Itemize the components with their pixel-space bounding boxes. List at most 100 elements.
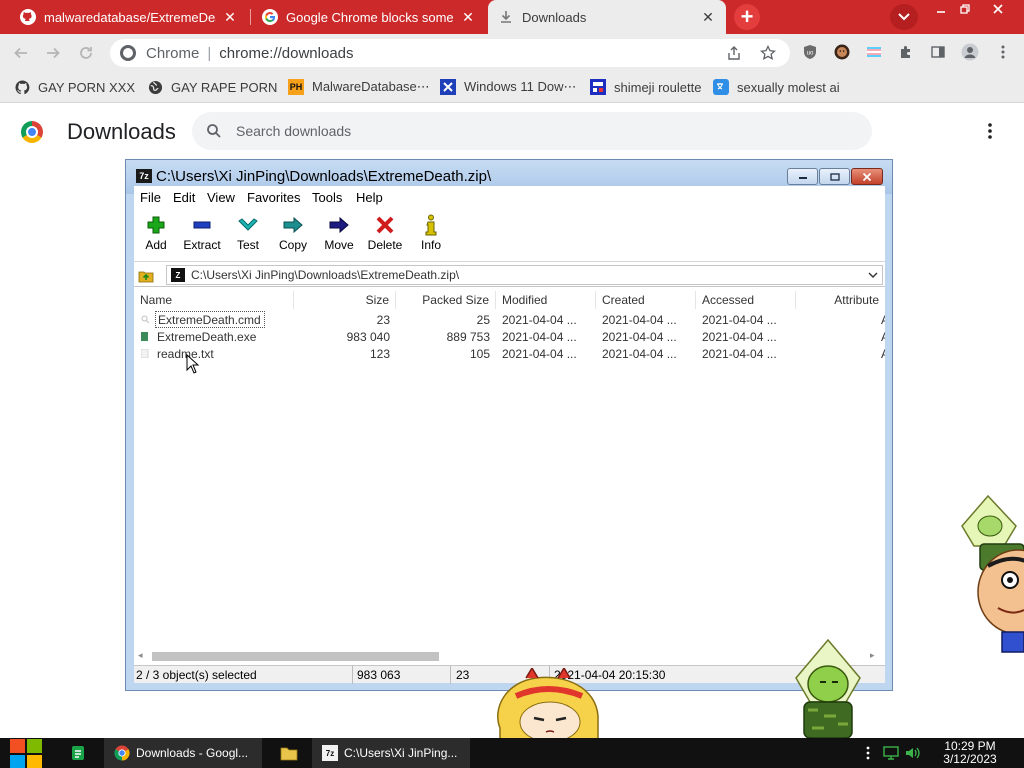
menu-edit[interactable]: Edit <box>173 190 195 205</box>
tab-search-button[interactable] <box>890 4 918 30</box>
side-panel-icon[interactable] <box>928 42 948 62</box>
file-packed-size: 105 <box>469 346 490 361</box>
add-label: Add <box>145 238 167 252</box>
restore-button[interactable] <box>949 0 980 18</box>
column-attributes[interactable]: Attribute <box>796 291 885 309</box>
column-packed-size[interactable]: Packed Size <box>396 291 496 309</box>
column-created[interactable]: Created <box>596 291 696 309</box>
close-icon <box>862 172 872 181</box>
status-selection: 2 / 3 object(s) selected <box>134 666 353 684</box>
table-row[interactable]: readme.txt 123 105 2021-04-04 ... 2021-0… <box>134 345 885 362</box>
file-packed-size: 25 <box>476 312 490 327</box>
forward-button[interactable] <box>40 40 66 66</box>
column-accessed[interactable]: Accessed <box>696 291 796 309</box>
bookmark-item[interactable]: PH MalwareDatabase⋯ <box>288 77 430 97</box>
column-size[interactable]: Size <box>294 291 396 309</box>
omnibox[interactable]: Chrome | chrome://downloads <box>110 39 790 67</box>
sevenzip-app-icon: 7z <box>322 745 338 761</box>
tab-google-chrome-blocks[interactable]: Google Chrome blocks some d ✕ <box>252 0 486 34</box>
new-tab-button[interactable]: + <box>734 4 760 30</box>
back-button[interactable] <box>8 40 34 66</box>
bookmark-item[interactable]: sexually molest ai <box>713 77 840 97</box>
folder-up-button[interactable] <box>137 266 155 284</box>
taskbar-sevenzip-app[interactable]: 7z C:\Users\Xi JinPing... <box>312 738 470 768</box>
taskbar-app-label: Downloads - Googl... <box>136 746 249 760</box>
info-button[interactable]: Info <box>406 214 456 260</box>
translate-icon <box>713 79 729 95</box>
file-modified: 2021-04-04 ... <box>502 346 577 361</box>
network-icon[interactable] <box>883 745 899 761</box>
column-modified[interactable]: Modified <box>496 291 596 309</box>
omnibox-url: chrome://downloads <box>219 44 354 62</box>
scrollbar-thumb[interactable] <box>152 652 439 661</box>
bookmark-label: Windows 11 Dow⋯ <box>464 79 577 94</box>
menu-view[interactable]: View <box>207 190 235 205</box>
extract-button[interactable]: Extract <box>177 214 227 260</box>
ublock-extension-icon[interactable]: uo <box>800 42 820 62</box>
menu-favorites[interactable]: Favorites <box>247 190 300 205</box>
taskbar-sheets-app[interactable] <box>70 738 92 768</box>
bookmark-label: GAY RAPE PORN <box>171 79 278 95</box>
add-button[interactable]: Add <box>131 214 181 260</box>
system-clock[interactable]: 10:29 PM 3/12/2023 <box>930 740 1010 766</box>
tab-downloads[interactable]: Downloads ✕ <box>488 0 726 34</box>
taskbar-explorer-app[interactable] <box>280 738 300 768</box>
horizontal-scrollbar[interactable]: ◂ ▸ <box>134 648 885 665</box>
puzzle-extensions-icon[interactable] <box>896 42 916 62</box>
sevenzip-window: 7z C:\Users\Xi JinPing\Downloads\Extreme… <box>125 159 893 691</box>
svg-text:uo: uo <box>807 51 814 57</box>
menu-file[interactable]: File <box>140 190 161 205</box>
close-button[interactable] <box>851 168 883 185</box>
scroll-left-icon[interactable]: ◂ <box>138 650 143 661</box>
move-label: Move <box>324 238 354 252</box>
more-options-icon[interactable] <box>980 121 1000 141</box>
minimize-button[interactable] <box>787 168 818 185</box>
check-icon <box>236 214 260 236</box>
tray-overflow-icon[interactable] <box>860 745 876 761</box>
bookmark-star-icon[interactable] <box>758 43 778 63</box>
column-name[interactable]: Name <box>134 291 294 309</box>
minimize-icon <box>798 176 807 179</box>
delete-button[interactable]: Delete <box>360 214 410 260</box>
share-icon[interactable] <box>724 43 744 63</box>
path-combobox[interactable]: Z C:\Users\Xi JinPing\Downloads\ExtremeD… <box>166 265 883 285</box>
volume-icon[interactable] <box>905 745 921 761</box>
test-button[interactable]: Test <box>223 214 273 260</box>
avatar-extension-icon[interactable] <box>832 42 852 62</box>
menu-tools[interactable]: Tools <box>312 190 342 205</box>
profile-icon[interactable] <box>960 42 980 62</box>
github-icon <box>14 79 30 95</box>
folder-up-icon <box>138 271 154 283</box>
menu-help[interactable]: Help <box>356 190 383 205</box>
file-accessed: 2021-04-04 ... <box>702 346 777 361</box>
bookmark-label: MalwareDatabase⋯ <box>312 79 430 94</box>
start-button[interactable] <box>10 738 44 768</box>
flag-extension-icon[interactable] <box>864 42 884 62</box>
sheets-icon <box>72 746 84 760</box>
close-icon[interactable]: ✕ <box>222 9 238 25</box>
table-row[interactable]: ExtremeDeath.cmd 23 25 2021-04-04 ... 20… <box>134 311 885 328</box>
close-icon[interactable]: ✕ <box>460 9 476 25</box>
table-row[interactable]: ExtremeDeath.exe 983 040 889 753 2021-04… <box>134 328 885 345</box>
search-input[interactable] <box>236 123 796 139</box>
dropdown-arrow-icon[interactable] <box>868 270 882 281</box>
chrome-menu-icon[interactable] <box>993 42 1013 62</box>
bookmark-item[interactable]: Windows 11 Dow⋯ <box>440 77 576 97</box>
bookmark-item[interactable]: GAY PORN XXX <box>14 77 135 97</box>
reload-button[interactable] <box>73 40 99 66</box>
info-label: Info <box>420 238 441 252</box>
scroll-right-icon[interactable]: ▸ <box>870 650 875 661</box>
bookmark-item[interactable]: GAY RAPE PORN <box>147 77 277 97</box>
cmd-file-icon <box>141 315 149 324</box>
taskbar-chrome-app[interactable]: Downloads - Googl... <box>104 738 262 768</box>
move-button[interactable]: Move <box>314 214 364 260</box>
file-modified: 2021-04-04 ... <box>502 329 577 344</box>
bookmark-item[interactable]: shimeji roulette <box>590 77 701 97</box>
maximize-button[interactable] <box>819 168 850 185</box>
copy-button[interactable]: Copy <box>268 214 318 260</box>
close-icon[interactable]: ✕ <box>700 9 716 25</box>
downloads-search[interactable] <box>192 112 872 150</box>
close-window-button[interactable] <box>982 0 1013 18</box>
tab-malwaredatabase[interactable]: malwaredatabase/ExtremeDea ✕ <box>10 0 248 34</box>
file-modified: 2021-04-04 ... <box>502 312 577 327</box>
